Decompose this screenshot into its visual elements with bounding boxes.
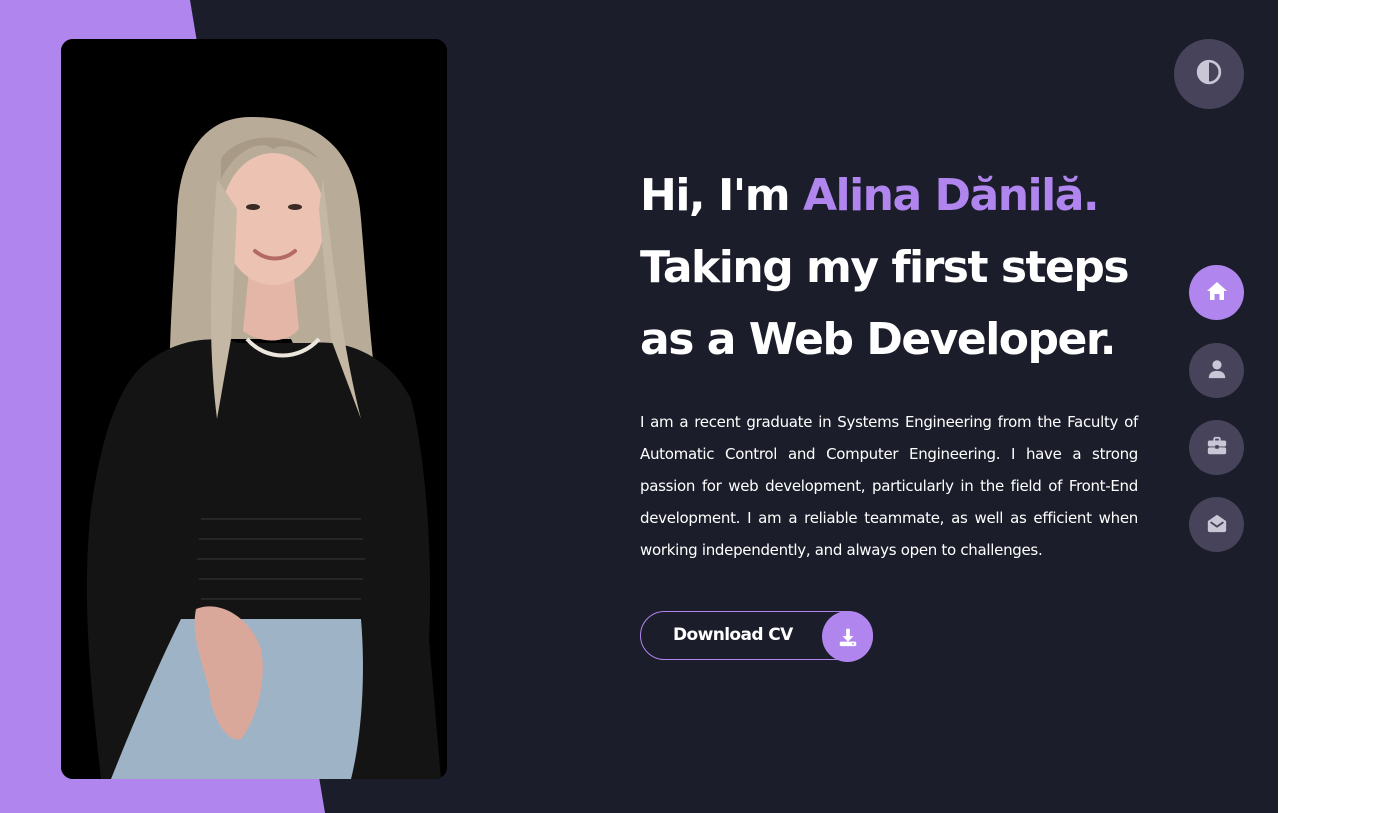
download-cv-label: Download CV — [673, 625, 793, 645]
headline-line-2: Taking my first steps — [640, 242, 1130, 293]
nav-portfolio-button[interactable] — [1189, 420, 1244, 475]
user-icon — [1206, 358, 1228, 384]
hero-content: Hi, I'm Alina Dănilă. Taking my first st… — [640, 160, 1140, 662]
nav-contact-button[interactable] — [1189, 497, 1244, 552]
profile-photo — [61, 39, 447, 779]
contrast-icon — [1196, 59, 1222, 89]
download-icon — [822, 611, 873, 662]
headline-greeting: Hi, I'm — [640, 170, 803, 221]
home-section: Hi, I'm Alina Dănilă. Taking my first st… — [0, 0, 1278, 813]
theme-toggle-button[interactable] — [1174, 39, 1244, 109]
headline-name: Alina Dănilă. — [802, 170, 1100, 221]
nav-about-button[interactable] — [1189, 343, 1244, 398]
download-cv-button[interactable]: Download CV — [640, 611, 873, 662]
hero-bio: I am a recent graduate in Systems Engine… — [640, 413, 1138, 559]
hero-headline: Hi, I'm Alina Dănilă. Taking my first st… — [640, 160, 1140, 376]
home-icon — [1205, 279, 1229, 307]
envelope-open-icon — [1206, 512, 1228, 538]
briefcase-icon — [1206, 435, 1228, 461]
headline-line-3: as a Web Developer. — [640, 314, 1117, 365]
nav-home-button[interactable] — [1189, 265, 1244, 320]
